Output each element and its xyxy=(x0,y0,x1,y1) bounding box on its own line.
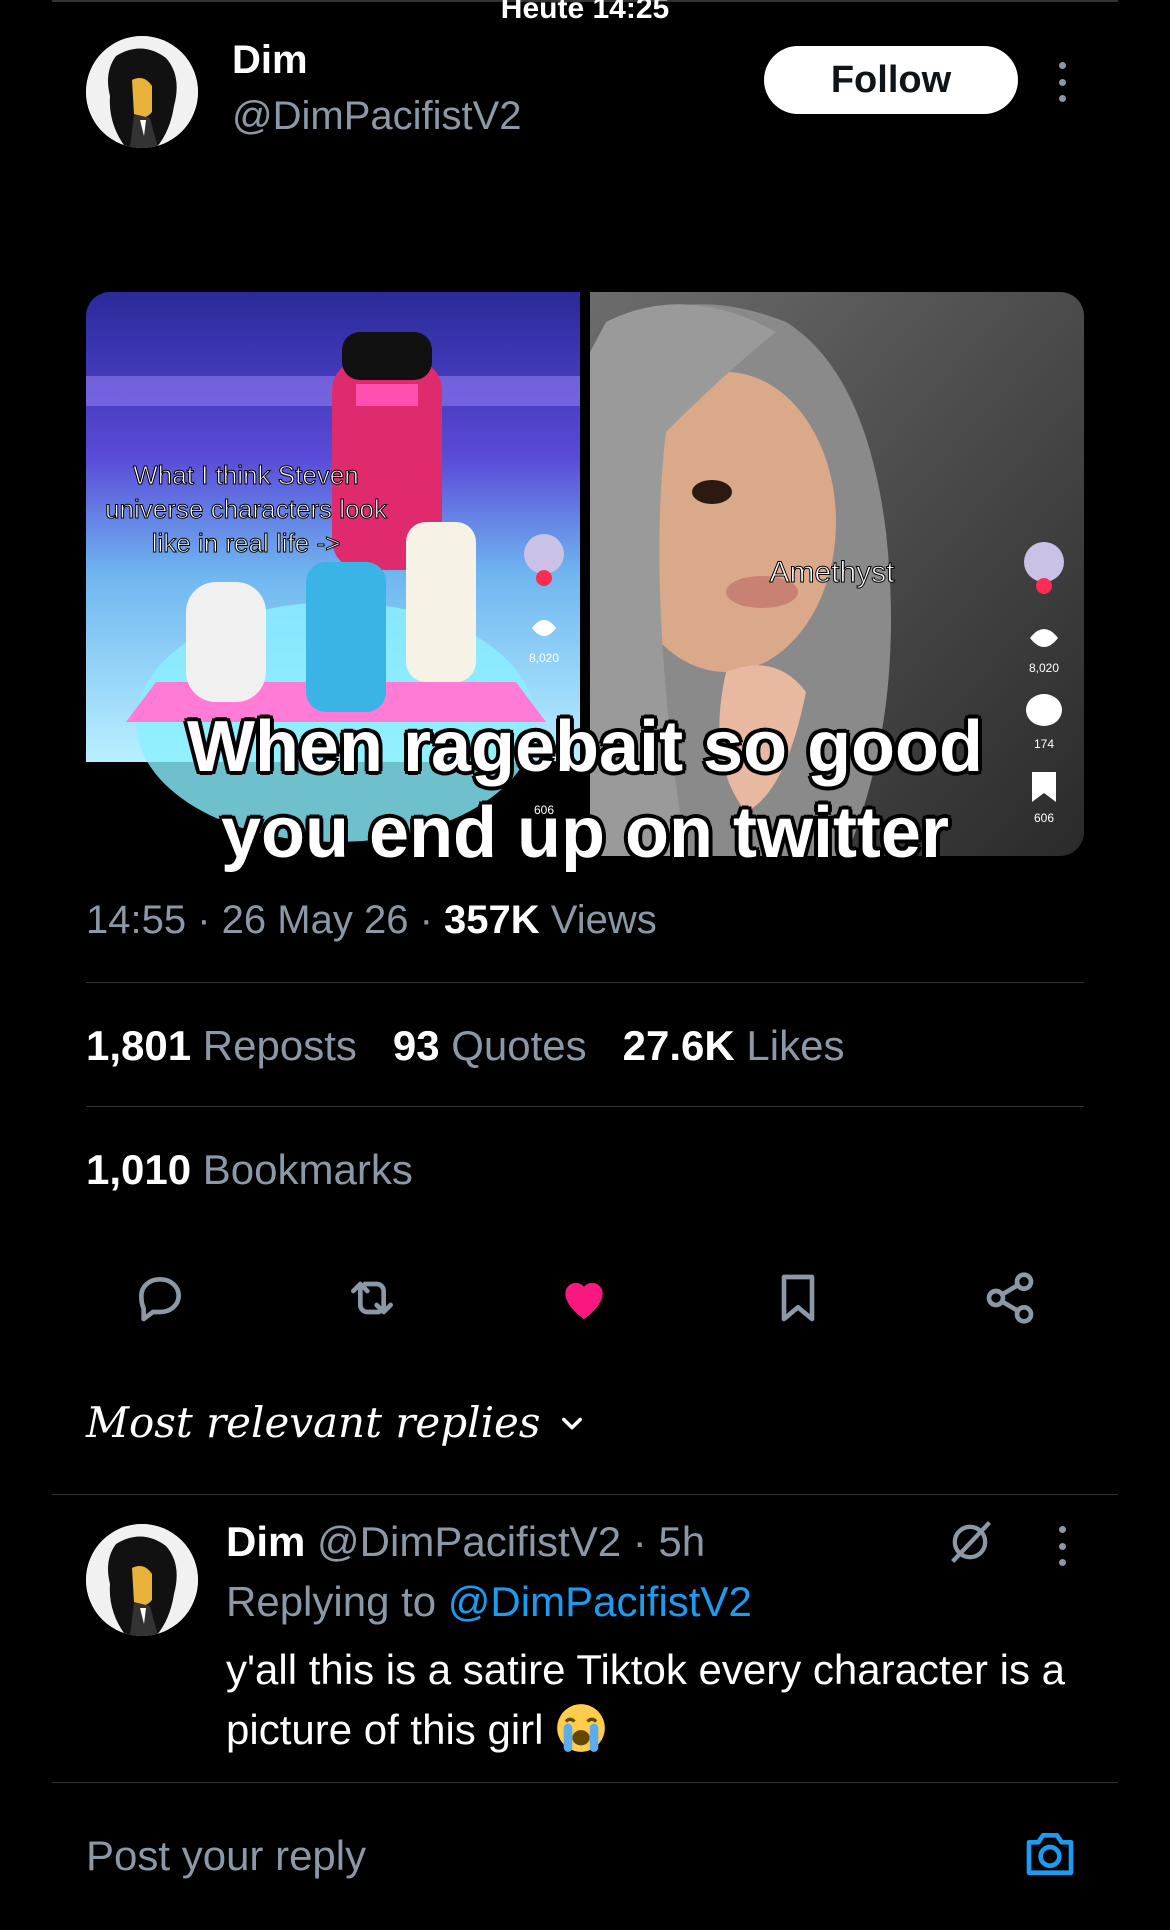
media-overlay-caption: When ragebait so good you end up on twit… xyxy=(86,704,1084,876)
reply-input[interactable]: Post your reply xyxy=(86,1832,366,1880)
engagement-stats: 1,801 Reposts 93 Quotes 27.6K Likes xyxy=(86,1022,844,1070)
replies-sort-dropdown[interactable]: Most relevant replies xyxy=(86,1398,586,1447)
replying-to: Replying to @DimPacifistV2 xyxy=(226,1578,752,1626)
divider xyxy=(52,1782,1118,1783)
bookmark-icon[interactable] xyxy=(768,1268,828,1328)
reply-text: y'all this is a satire Tiktok every char… xyxy=(226,1640,1106,1760)
follow-button[interactable]: Follow xyxy=(764,46,1018,114)
bookmarks-label: Bookmarks xyxy=(202,1146,413,1193)
heart-icon[interactable] xyxy=(554,1268,614,1328)
divider xyxy=(86,1106,1084,1107)
views-count[interactable]: 357K xyxy=(444,898,540,942)
chevron-down-icon xyxy=(562,1417,583,1429)
likes-stat[interactable]: 27.6K Likes xyxy=(623,1022,845,1070)
reply-avatar[interactable] xyxy=(86,1524,198,1636)
reply-header: Dim @DimPacifistV2 · 5h xyxy=(226,1518,705,1566)
sort-label: Most relevant replies xyxy=(86,1398,541,1447)
divider xyxy=(52,1494,1118,1495)
author-handle[interactable]: @DimPacifistV2 xyxy=(232,94,522,139)
right-caption: Amethyst xyxy=(769,556,895,589)
reply-more-options-icon[interactable] xyxy=(1052,1526,1072,1566)
bookmarks-stat[interactable]: 1,010 Bookmarks xyxy=(86,1146,413,1194)
divider xyxy=(86,982,1084,983)
reply-body: y'all this is a satire Tiktok every char… xyxy=(226,1646,1065,1753)
author-avatar[interactable] xyxy=(86,36,198,148)
camera-icon[interactable] xyxy=(1022,1826,1078,1882)
left-caption-line1: What I think Steven xyxy=(133,460,358,490)
post-time[interactable]: 14:55 xyxy=(86,898,186,942)
status-time: Heute 14:25 xyxy=(500,0,670,25)
left-caption-line2: universe characters look xyxy=(105,494,388,524)
share-icon[interactable] xyxy=(980,1268,1040,1328)
post-date[interactable]: 26 May 26 xyxy=(222,898,409,942)
reply-icon[interactable] xyxy=(130,1268,190,1328)
reposts-stat[interactable]: 1,801 Reposts xyxy=(86,1022,357,1070)
views-label: Views xyxy=(550,898,657,942)
post-meta: 14:55 · 26 May 26 · 357K Views xyxy=(86,898,657,942)
replying-mention[interactable]: @DimPacifistV2 xyxy=(448,1578,752,1625)
more-options-icon[interactable] xyxy=(1052,62,1072,102)
reply-author-name[interactable]: Dim xyxy=(226,1518,305,1565)
overlay-caption-line2: you end up on twitter xyxy=(221,793,949,873)
left-caption-line3: like in real life -> xyxy=(152,528,341,558)
repost-icon[interactable] xyxy=(342,1268,402,1328)
reply-age: · 5h xyxy=(632,1518,706,1565)
overlay-caption-line1: When ragebait so good xyxy=(186,707,983,787)
reply-author-handle[interactable]: @DimPacifistV2 xyxy=(317,1518,621,1565)
loudly-crying-face-icon xyxy=(557,1704,605,1752)
grok-icon[interactable] xyxy=(944,1516,996,1568)
right-like-count: 8,020 xyxy=(1029,661,1059,675)
author-name[interactable]: Dim xyxy=(232,38,308,83)
left-like-count: 8,020 xyxy=(529,651,559,665)
quotes-stat[interactable]: 93 Quotes xyxy=(393,1022,587,1070)
bookmarks-count: 1,010 xyxy=(86,1146,192,1193)
replying-prefix: Replying to xyxy=(226,1578,437,1625)
